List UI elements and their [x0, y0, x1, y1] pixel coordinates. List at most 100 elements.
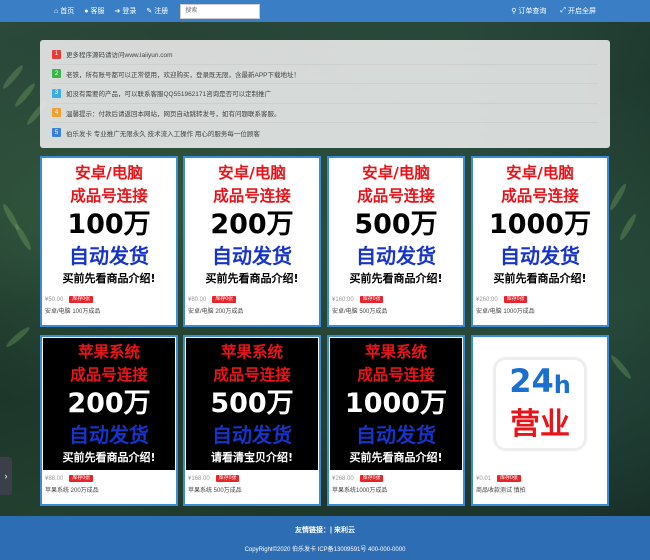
poster-line-3: 100万	[67, 209, 151, 241]
price-row: ¥80.00 库存0张	[188, 295, 316, 304]
poster-line-2: 成品号连接	[70, 365, 148, 384]
product-card[interactable]: 苹果系统 成品号连接 1000万 自动发货 买前先看商品介绍! ¥268.00 库存0张 苹果…	[327, 335, 465, 506]
product-image: 安卓/电脑 成品号连接 200万 自动发货 买前先看商品介绍!	[186, 159, 318, 291]
poster-line-5: 买前先看商品介绍!	[349, 451, 443, 465]
poster-line-3: 1000万	[488, 209, 592, 241]
product-name: 安卓/电脑 100万成品	[45, 309, 101, 315]
notice-panel: 1 更多程序源码请访问www.laiiyun.com 2 老铁，所有账号都可以正常使用…	[40, 40, 610, 148]
notice-item: 3 如没有需要的产品，可以联系客服QQ551962171咨询是否可以定制推广	[52, 84, 598, 104]
poster-line-2: 成品号连接	[357, 186, 435, 205]
product-price: ¥260.00	[476, 296, 498, 303]
stock-badge: 库存0张	[359, 296, 384, 303]
poster-line-3: 200万	[67, 388, 151, 420]
poster-line-4: 自动发货	[356, 422, 436, 447]
poster-line-4: 自动发货	[500, 243, 580, 268]
nav-order-query[interactable]: ⚲ 订单查询	[511, 6, 546, 16]
product-name: 安卓/电脑 500万成品	[332, 309, 388, 315]
register-icon: ✎	[146, 8, 153, 15]
fullscreen-icon: ⤢	[560, 7, 566, 14]
side-expand-tab[interactable]: ›	[0, 457, 12, 495]
stock-badge: 库存0张	[212, 296, 237, 303]
poster-line-3: 1000万	[344, 388, 448, 420]
price-row: ¥88.00 库存0张	[45, 474, 173, 483]
clock-24-text: 24	[509, 362, 554, 400]
product-image: 苹果系统 成品号连接 1000万 自动发货 买前先看商品介绍!	[330, 338, 462, 470]
notice-number: 3	[52, 88, 61, 98]
search-input[interactable]	[180, 3, 261, 19]
product-name: 苹果系统 200万成品	[45, 488, 99, 494]
nav-register[interactable]: ✎ 注册	[146, 6, 168, 16]
product-name: 苹果系统1000万成品	[332, 488, 388, 494]
product-card[interactable]: 安卓/电脑 成品号连接 200万 自动发货 买前先看商品介绍! ¥80.00 库存0张 安卓/…	[183, 156, 321, 327]
poster-line-1: 苹果系统	[220, 342, 283, 361]
poster-line-1: 安卓/电脑	[75, 163, 143, 182]
poster-line-5: 买前先看商品介绍!	[349, 272, 443, 286]
stock-badge: 库存0张	[69, 475, 94, 482]
footer-copyright: CopyRight©2020 伯乐发卡 ICP备13009591号 400-00…	[244, 547, 406, 553]
poster-line-4: 自动发货	[69, 243, 149, 268]
notice-item: 4 温馨提示：付款后请返回本网站，网页自动跳转发号，如有问题联系客服。	[52, 104, 598, 123]
clock-top: 24 h	[509, 365, 571, 397]
poster-line-1: 安卓/电脑	[362, 163, 430, 182]
product-meta: ¥0.01 库存0张商品收款测试 慎拍	[476, 474, 604, 494]
poster-line-2: 成品号连接	[501, 186, 579, 205]
product-meta: ¥80.00 库存0张 安卓/电脑 200万成品	[188, 295, 316, 315]
notice-number: 1	[52, 49, 61, 59]
poster-line-3: 500万	[210, 388, 294, 420]
product-meta: ¥268.00 库存0张 苹果系统1000万成品	[332, 474, 460, 494]
product-meta: ¥168.00 库存0张 苹果系统 500万成品	[188, 474, 316, 494]
poster-line-4: 自动发货	[69, 422, 149, 447]
poster-line-1: 苹果系统	[77, 342, 140, 361]
product-card[interactable]: 苹果系统 成品号连接 200万 自动发货 买前先看商品介绍! ¥88.00 库存0张 苹果系统…	[40, 335, 178, 506]
notice-number: 2	[52, 69, 61, 79]
poster-line-5: 买前先看商品介绍!	[205, 272, 299, 286]
product-meta: ¥88.00 库存0张 苹果系统 200万成品	[45, 474, 173, 494]
notice-text: 更多程序源码请访问www.laiiyun.com	[66, 52, 173, 60]
top-nav: ⌂首页 ●客服 ➜登录 ✎注册 ⚲订单查询 ⤢开启全屏	[0, 0, 650, 22]
product-card[interactable]: 24 h 营业 ¥0.01 库存0张 商品收款测试 慎拍	[471, 335, 609, 506]
product-price: ¥168.00	[188, 475, 210, 482]
footer: 友情链接：| 来利云 CopyRight©2020 伯乐发卡 ICP备13009…	[0, 516, 650, 560]
poster-line-5: 请看清宝贝介绍!	[210, 451, 294, 465]
nav-fullscreen[interactable]: ⤢ 开启全屏	[560, 6, 596, 16]
user-icon: ●	[84, 7, 89, 15]
nav-right: ⚲ 订单查询 ⤢ 开启全屏	[497, 6, 596, 16]
footer-links[interactable]: 友情链接：| 来利云	[0, 525, 650, 535]
poster-line-2: 成品号连接	[357, 365, 435, 384]
product-card[interactable]: 苹果系统 成品号连接 500万 自动发货 请看清宝贝介绍! ¥168.00 库存0张 苹果系统…	[183, 335, 321, 506]
product-price: ¥268.00	[332, 475, 354, 482]
poster-line-2: 成品号连接	[213, 365, 291, 384]
price-row: ¥160.00 库存0张	[332, 295, 460, 304]
notice-item: 5 伯乐发卡 专业推广无限永久 技术流入工操作 用心的服务每一位顾客	[52, 123, 598, 143]
product-card[interactable]: 安卓/电脑 成品号连接 1000万 自动发货 买前先看商品介绍! ¥260.00 库存0张安…	[471, 156, 609, 327]
poster-line-2: 成品号连接	[213, 186, 291, 205]
product-image: 苹果系统 成品号连接 200万 自动发货 买前先看商品介绍!	[43, 338, 175, 470]
product-image: 安卓/电脑 成品号连接 100万 自动发货 买前先看商品介绍!	[43, 159, 175, 291]
product-name: 商品收款测试 慎拍	[476, 488, 526, 494]
search-icon: ⚲	[511, 8, 517, 15]
product-price: ¥0.01	[476, 475, 492, 482]
notice-number: 5	[52, 128, 61, 138]
price-row: ¥168.00 库存0张	[188, 474, 316, 483]
product-meta: ¥160.00 库存0张安卓/电脑 500万成品	[332, 295, 460, 315]
product-name: 苹果系统 500万成品	[188, 488, 242, 494]
product-card[interactable]: 安卓/电脑 成品号连接 100万 自动发货 买前先看商品介绍! ¥50.00 库存0张 安卓/…	[40, 156, 178, 327]
product-name: 安卓/电脑 1000万成品	[476, 309, 535, 315]
nav-home[interactable]: ⌂ 首页	[54, 6, 74, 16]
notice-text: 如没有需要的产品，可以联系客服QQ551962171咨询是否可以定制推广	[66, 91, 272, 99]
price-row: ¥268.00 库存0张	[332, 474, 460, 483]
stock-badge: 库存0张	[497, 475, 521, 482]
notice-item: 1 更多程序源码请访问www.laiiyun.com	[52, 45, 598, 65]
poster-line-3: 500万	[354, 209, 438, 241]
poster-line-3: 200万	[210, 209, 294, 241]
product-price: ¥160.00	[332, 296, 354, 303]
notice-text: 老铁，所有账号都可以正常使用，欢迎购买，登录既无限，含最新APP下载地址！	[66, 71, 301, 79]
nav-login[interactable]: ➜ 登录	[114, 6, 136, 16]
product-price: ¥50.00	[45, 296, 64, 303]
poster-line-1: 安卓/电脑	[506, 163, 574, 182]
product-name: 安卓/电脑 200万成品	[188, 309, 244, 315]
poster-line-4: 自动发货	[356, 243, 436, 268]
nav-service[interactable]: ● 客服	[84, 6, 104, 16]
stock-badge: 库存0张	[503, 296, 528, 303]
product-card[interactable]: 安卓/电脑成品号连接 500万 自动发货买前先看商品介绍! ¥160.00 库存0张安卓…	[327, 156, 465, 327]
